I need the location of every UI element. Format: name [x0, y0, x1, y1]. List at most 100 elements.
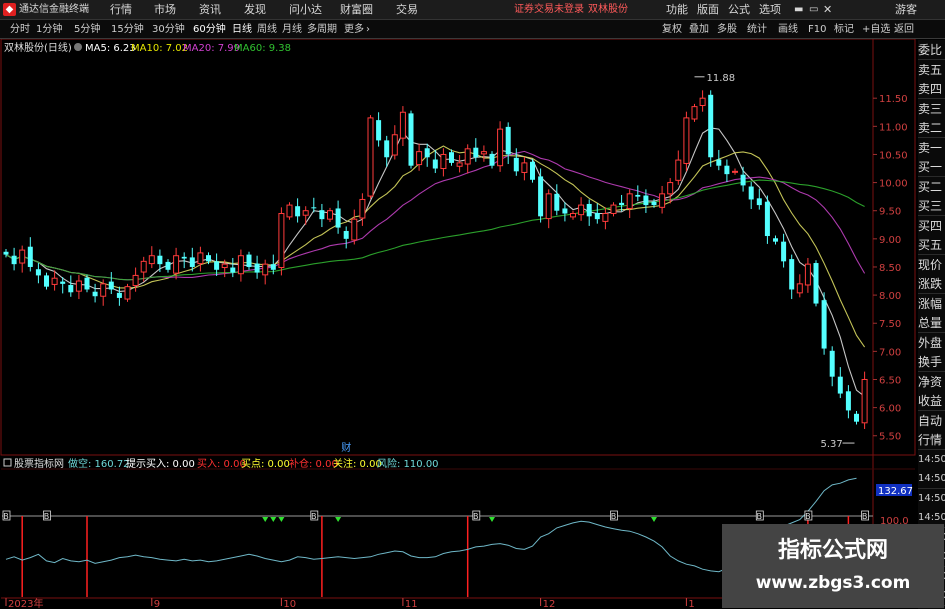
right-panel-item[interactable]: 14:50	[918, 469, 945, 489]
right-panel-item[interactable]: 卖三	[918, 98, 945, 119]
trade-login-notice[interactable]: 证券交易未登录	[514, 0, 584, 20]
tool-adjust[interactable]: 复权	[662, 20, 682, 39]
period-tick[interactable]: 分时	[10, 20, 30, 39]
candle-body	[84, 277, 90, 290]
candle-body	[473, 147, 479, 158]
period-15min[interactable]: 15分钟	[111, 20, 144, 39]
candle-body	[538, 176, 544, 217]
right-panel-item[interactable]: 买五	[918, 235, 945, 255]
period-weekly[interactable]: 周线	[257, 20, 277, 39]
guest-login[interactable]: 游客	[895, 0, 917, 20]
candle-body	[11, 255, 17, 265]
menu-wealth[interactable]: 财富圈	[340, 0, 373, 20]
period-60min[interactable]: 60分钟	[193, 20, 226, 39]
right-panel-item[interactable]: 总量	[918, 313, 945, 333]
right-panel-item[interactable]: 净资	[918, 371, 945, 392]
right-panel-item[interactable]: 14:50	[918, 488, 945, 509]
tool-multi-stock[interactable]: 多股	[717, 20, 737, 39]
right-panel-item[interactable]: 涨幅	[918, 293, 945, 314]
time-tick-label: 10	[283, 599, 296, 609]
period-more[interactable]: 更多	[344, 20, 364, 39]
candle-body	[399, 111, 406, 139]
candle-body	[197, 252, 204, 265]
right-panel-item[interactable]: 委比	[918, 40, 945, 60]
menu-layout[interactable]: 版面	[697, 0, 719, 20]
candle-body	[335, 208, 341, 228]
candle-body	[206, 255, 211, 262]
right-panel-item[interactable]: 外盘	[918, 332, 945, 353]
candle-body	[384, 140, 390, 158]
right-panel-item[interactable]: 卖一	[918, 137, 945, 158]
menu-formula[interactable]: 公式	[728, 0, 750, 20]
period-multi[interactable]: 多周期	[307, 20, 337, 39]
close-icon[interactable]: ✕	[823, 0, 832, 20]
right-panel-item[interactable]: 现价	[918, 254, 945, 275]
sub-indicator-value-2: 提示买入: 0.00	[126, 458, 195, 470]
right-panel-item[interactable]: 收益	[918, 391, 945, 411]
sub-indicator-value-6: 关注: 0.00	[333, 457, 382, 470]
right-panel-item[interactable]: 卖五	[918, 59, 945, 80]
menu-news[interactable]: 资讯	[199, 0, 221, 20]
right-panel-item[interactable]: 卖二	[918, 118, 945, 138]
candle-body	[92, 291, 98, 297]
candle-body	[19, 249, 26, 264]
candle-body	[626, 193, 633, 209]
candle-body	[667, 182, 674, 195]
buy-marker-label: B	[311, 512, 317, 521]
right-panel-item[interactable]: 涨跌	[918, 274, 945, 294]
candle-body	[173, 255, 180, 274]
period-5min[interactable]: 5分钟	[74, 20, 100, 39]
candle-body	[75, 280, 82, 292]
candle-body	[756, 198, 762, 206]
tool-back[interactable]: 返回	[894, 20, 914, 39]
period-monthly[interactable]: 月线	[282, 20, 302, 39]
tool-statistics[interactable]: 统计	[747, 20, 767, 39]
candle-body	[3, 251, 9, 255]
tool-draw[interactable]: 画线	[778, 20, 798, 39]
candle-body	[311, 207, 317, 209]
right-panel-item[interactable]: 买三	[918, 196, 945, 216]
tool-add-favorite[interactable]: +自选	[862, 20, 890, 39]
candle-body	[699, 97, 706, 107]
menu-discover[interactable]: 发现	[244, 0, 266, 20]
tool-mark[interactable]: 标记	[834, 20, 854, 39]
tool-f10[interactable]: F10	[808, 20, 826, 39]
candle-body	[270, 264, 276, 270]
right-panel-item[interactable]: 换手	[918, 352, 945, 372]
menu-quotes[interactable]: 行情	[110, 0, 132, 20]
right-panel-item[interactable]: 自动	[918, 410, 945, 431]
period-daily[interactable]: 日线	[232, 20, 252, 39]
price-tick-label: 6.50	[879, 375, 901, 386]
maximize-icon[interactable]: ▭	[809, 0, 818, 20]
candle-body	[773, 238, 778, 242]
price-tick-label: 10.50	[879, 150, 908, 161]
candle-body	[343, 230, 349, 239]
menu-options[interactable]: 选项	[759, 0, 781, 20]
candle-body	[602, 213, 609, 222]
candle-body	[391, 134, 398, 156]
menu-market[interactable]: 市场	[154, 0, 176, 20]
right-panel-item[interactable]: 买二	[918, 176, 945, 197]
candle-body	[456, 162, 463, 167]
ma-label-4: MA60: 9.38	[234, 43, 291, 54]
stock-name-tab[interactable]: 双林股份	[588, 0, 628, 20]
menu-function[interactable]: 功能	[666, 0, 688, 20]
menu-ask[interactable]: 问小达	[289, 0, 322, 20]
minimize-icon[interactable]: ▬	[794, 0, 803, 20]
right-panel-item[interactable]: 卖四	[918, 79, 945, 99]
candle-body	[376, 120, 382, 141]
period-1min[interactable]: 1分钟	[36, 20, 62, 39]
right-panel-item[interactable]: 行情	[918, 430, 945, 450]
candle-body	[732, 170, 738, 173]
period-30min[interactable]: 30分钟	[152, 20, 185, 39]
chevron-right-icon[interactable]: ›	[366, 20, 370, 39]
right-panel-item[interactable]: 买四	[918, 215, 945, 236]
buy-marker-label: B	[3, 512, 9, 521]
tool-overlay[interactable]: 叠加	[689, 20, 709, 39]
candle-body	[230, 267, 236, 273]
settings-icon[interactable]	[74, 43, 82, 51]
menu-trade[interactable]: 交易	[396, 0, 418, 20]
right-panel-item[interactable]: 买一	[918, 157, 945, 177]
candle-body	[302, 210, 309, 216]
right-panel-item[interactable]: 14:50	[918, 449, 945, 470]
